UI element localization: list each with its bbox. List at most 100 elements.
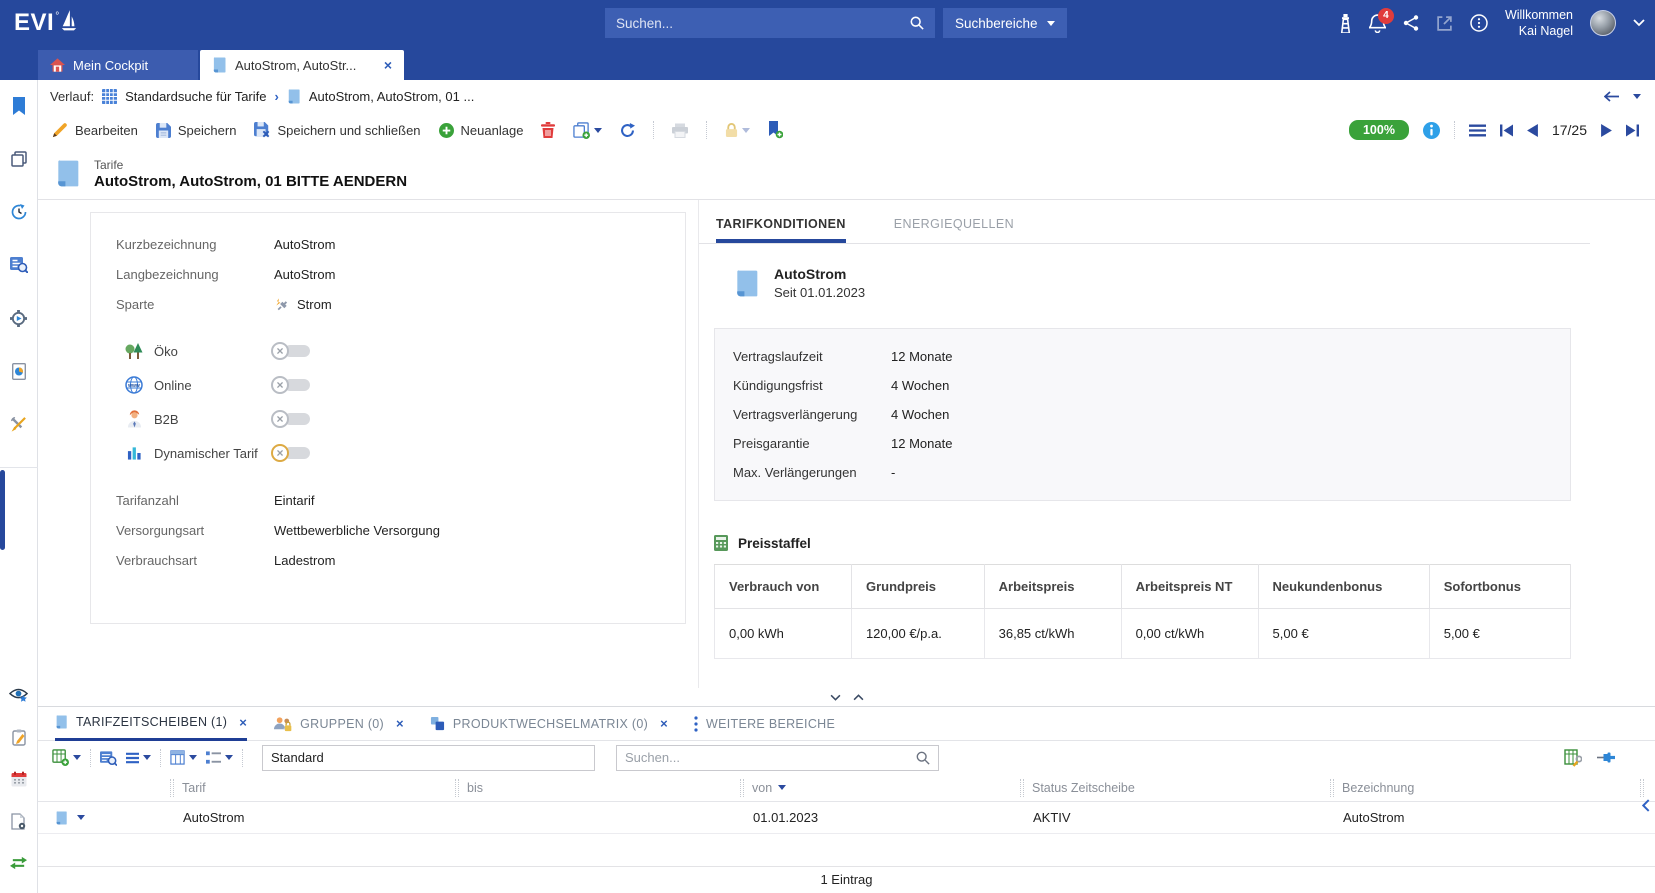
view-name-input[interactable] [262,745,595,771]
history-icon[interactable] [7,200,31,224]
sidebar-scrollbar-thumb[interactable] [0,470,5,550]
delete-trash-icon[interactable] [541,122,555,138]
watchlist-eye-icon[interactable] [7,683,31,707]
column-header-status[interactable]: Status Zeitscheibe [1020,774,1330,801]
separator [706,121,707,139]
tab-weitere-bereiche[interactable]: WEITERE BEREICHE [694,707,835,741]
tab-tarifzeitscheiben[interactable]: TARIFZEITSCHEIBEN (1) × [55,707,247,741]
grid-add-button[interactable] [52,749,81,766]
chevron-down-icon [742,128,750,133]
grid-search-input[interactable] [625,750,916,765]
row-handle-column [38,774,170,801]
new-record-button[interactable]: Neuanlage [439,123,524,138]
save-button[interactable]: Speichern [156,123,237,138]
chevron-down-icon[interactable] [225,755,233,760]
table-row[interactable]: AutoStrom 01.01.2023 AKTIV AutoStrom [38,802,1655,834]
panel-splitter[interactable] [38,688,1655,706]
tab-tarifkonditionen[interactable]: TARIFKONDITIONEN [716,217,846,243]
detail-split: Kurzbezeichnung AutoStrom Langbezeichnun… [38,200,1655,688]
tab-mein-cockpit[interactable]: Mein Cockpit [38,50,198,80]
collapse-panel-left-icon[interactable] [1642,799,1650,812]
grid-columns-button[interactable] [170,750,197,765]
column-header-tarif[interactable]: Tarif [170,774,455,801]
field-label: Kurzbezeichnung [116,237,274,252]
floppy-icon [156,123,171,138]
notes-clipboard-icon[interactable] [7,725,31,749]
column-header-bis[interactable]: bis [455,774,740,801]
column-resize-grip[interactable] [1330,779,1334,797]
price-table-row[interactable]: 0,00 kWh 120,00 €/p.a. 36,85 ct/kWh 0,00… [715,609,1571,659]
process-settings-icon[interactable] [7,306,31,330]
search-scope-dropdown[interactable]: Suchbereiche [943,8,1067,38]
row-actions-dropdown-icon[interactable] [77,815,85,820]
edit-button[interactable]: Bearbeiten [52,122,138,138]
cell-status: AKTIV [1020,810,1330,825]
expand-up-icon[interactable] [853,694,864,701]
menu-hamburger-icon[interactable] [1469,124,1486,137]
column-header-bezeichnung[interactable]: Bezeichnung [1330,774,1640,801]
history-back-icon[interactable] [1604,91,1619,102]
tab-produktwechselmatrix[interactable]: PRODUKTWECHSELMATRIX (0) × [430,707,668,741]
close-icon[interactable]: × [239,715,247,730]
column-resize-grip[interactable] [170,779,174,797]
collapse-down-icon[interactable] [830,694,841,701]
breadcrumb-item-tariff[interactable]: AutoStrom, AutoStrom, 01 ... [309,89,474,104]
tab-gruppen[interactable]: GRUPPEN (0) × [273,707,404,741]
grid-search-icon[interactable] [100,750,117,766]
breadcrumb-item-search[interactable]: Standardsuche für Tarife [125,89,266,104]
close-icon[interactable]: × [384,58,392,72]
bookmarks-icon[interactable] [7,94,31,118]
tab-autostrom[interactable]: AutoStrom, AutoStr... × [200,50,404,80]
chevron-down-icon[interactable] [189,755,197,760]
history-dropdown-icon[interactable] [1633,94,1641,99]
bookmark-add-icon[interactable] [768,121,783,139]
next-record-icon[interactable] [1601,124,1612,137]
last-record-icon[interactable] [1626,124,1639,137]
first-record-icon[interactable] [1500,124,1513,137]
pin-icon[interactable] [1597,752,1615,763]
report-icon[interactable] [7,359,31,383]
chevron-down-icon[interactable] [73,755,81,760]
sync-arrows-icon[interactable] [7,851,31,875]
column-resize-grip[interactable] [455,779,459,797]
refresh-icon[interactable] [620,123,635,138]
document-settings-icon[interactable] [7,809,31,833]
online-toggle[interactable]: × [271,376,310,394]
copy-record-button[interactable] [573,122,602,139]
more-options-circle-icon[interactable] [1470,14,1488,32]
tab-energiequellen[interactable]: ENERGIEQUELLEN [894,217,1014,243]
search-icon[interactable] [910,16,924,30]
save-close-button[interactable]: Speichern und schließen [254,122,420,138]
column-header-von[interactable]: von [740,774,1020,801]
chevron-down-icon[interactable] [594,128,602,133]
tools-icon[interactable] [7,412,31,436]
windows-icon[interactable] [7,147,31,171]
advanced-search-icon[interactable] [7,253,31,277]
sidebar-divider [0,467,38,468]
grid-view-button[interactable] [206,751,233,765]
column-resize-grip[interactable] [1640,779,1644,797]
previous-record-icon[interactable] [1527,124,1538,137]
info-icon[interactable] [1423,122,1440,139]
new-record-label: Neuanlage [461,123,524,138]
dynamic-tariff-toggle[interactable]: × [271,444,310,462]
notifications-bell-icon[interactable]: 4 [1369,14,1386,33]
oeko-toggle[interactable]: × [271,342,310,360]
column-resize-grip[interactable] [1020,779,1024,797]
grid-settings-icon[interactable] [1564,749,1582,767]
user-menu-chevron-icon[interactable] [1633,19,1645,27]
column-resize-grip[interactable] [740,779,744,797]
search-icon[interactable] [916,751,930,765]
share-icon[interactable] [1403,15,1419,31]
close-icon[interactable]: × [396,716,404,731]
user-avatar[interactable] [1590,10,1616,36]
calendar-icon[interactable] [7,767,31,791]
lighthouse-icon[interactable] [1339,14,1352,33]
toggle-row-online: www Online × [116,368,685,402]
chevron-down-icon[interactable] [143,755,151,760]
b2b-toggle[interactable]: × [271,410,310,428]
grid-rows-button[interactable] [126,752,151,764]
close-icon[interactable]: × [660,716,668,731]
global-search-input[interactable] [616,16,910,31]
external-link-icon[interactable] [1436,15,1453,32]
